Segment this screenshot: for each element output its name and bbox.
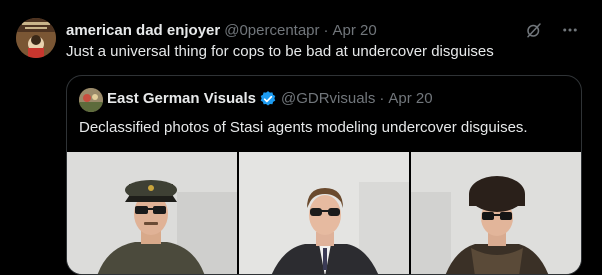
quote-separator-dot: · [379,90,385,107]
grok-icon [527,23,541,38]
grok-button[interactable] [524,20,544,40]
more-icon [563,28,577,32]
author-handle[interactable]: @0percentapr [224,21,319,41]
more-button[interactable] [560,20,580,40]
separator-dot: · [323,22,329,39]
photo-agent-uniform-cap[interactable] [67,152,237,274]
photo-agent-fur-hat[interactable] [411,152,581,274]
photo-agent-suit[interactable] [239,152,409,274]
author-name[interactable]: american dad enjoyer [66,21,220,41]
tweet-actions [524,20,580,40]
quote-text: Declassified photos of Stasi agents mode… [79,119,528,136]
avatar-image [16,18,56,58]
tweet[interactable]: american dad enjoyer @0percentapr · Apr … [0,0,602,275]
quote-author-avatar[interactable] [79,88,103,112]
tweet-date[interactable]: Apr 20 [333,21,377,41]
quote-author-name[interactable]: East German Visuals [107,89,256,109]
verified-badge-icon [259,90,277,108]
quote-author-handle[interactable]: @GDRvisuals [281,89,375,109]
author-avatar[interactable] [16,18,56,58]
quote-date[interactable]: Apr 20 [388,89,432,109]
quote-media [67,152,581,274]
quote-avatar-image [79,88,103,112]
tweet-header: american dad enjoyer @0percentapr · Apr … [66,21,377,41]
quote-header: East German Visuals @GDRvisuals · Apr 20 [107,89,433,109]
tweet-text: Just a universal thing for cops to be ba… [66,43,494,60]
quoted-tweet[interactable]: East German Visuals @GDRvisuals · Apr 20… [66,75,582,275]
